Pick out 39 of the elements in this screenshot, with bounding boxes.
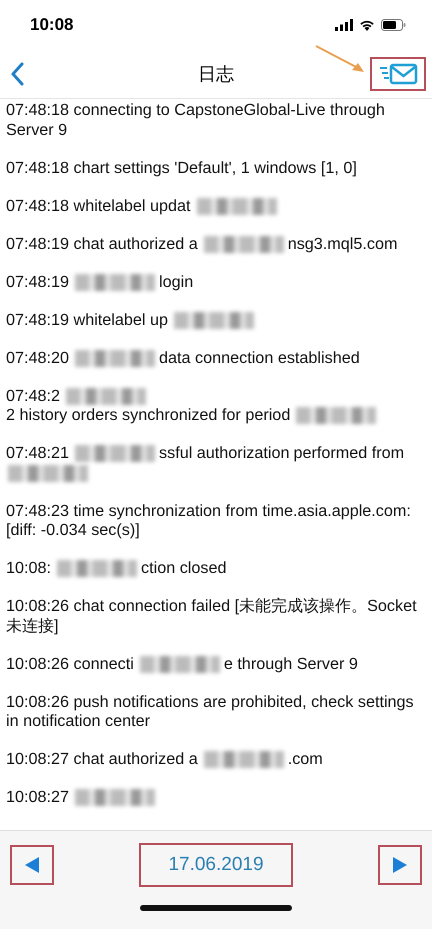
back-icon[interactable] — [10, 62, 24, 86]
log-text: 07:48:19 — [6, 272, 70, 290]
log-text: 07:48:18 whitelabel updat — [6, 196, 191, 214]
log-text: 10:08:26 push notifications are prohibited, check settings in notification center — [6, 692, 414, 730]
log-text: 07:48:21 — [6, 444, 70, 462]
log-text: 2 history orders synchronized for period — [6, 406, 290, 424]
battery-icon — [381, 19, 406, 31]
log-text: 10:08:26 connecti — [6, 654, 134, 672]
log-text: 07:48:19 whitelabel up — [6, 310, 168, 328]
log-text: nsg3.mql5.com — [288, 234, 398, 252]
status-time: 10:08 — [30, 15, 74, 35]
date-button[interactable]: 17.06.2019 — [139, 843, 293, 887]
log-text: 10:08:27 chat authorized a — [6, 750, 198, 768]
log-text: 07:48:23 time synchronization from time.asia.apple.com: [diff: -0.034 sec(s)] — [6, 502, 411, 539]
log-text: data connection established — [159, 348, 360, 366]
next-day-button[interactable] — [378, 845, 422, 885]
log-text: ssful authorization — [159, 444, 290, 462]
log-text: ction closed — [141, 559, 226, 577]
mail-button[interactable] — [370, 57, 426, 91]
log-text: performed from — [294, 444, 404, 462]
mail-list-icon — [378, 63, 418, 85]
triangle-right-icon — [393, 857, 407, 873]
annotation-arrow — [314, 44, 366, 74]
log-text: 07:48:18 chart settings 'Default', 1 windows [1, 0] — [6, 158, 357, 176]
log-text: e through Server 9 — [224, 654, 358, 672]
log-text: .com — [288, 750, 323, 768]
log-text: 07:48:20 — [6, 348, 70, 366]
signal-icon — [335, 19, 353, 31]
log-text: 07:48:2 — [6, 386, 60, 404]
log-text: 07:48:18 connecting to CapstoneGlobal-Live through Server 9 — [6, 101, 385, 138]
triangle-left-icon — [25, 857, 39, 873]
log-text: 10:08:27 — [6, 788, 70, 806]
log-text: 07:48:19 chat authorized a — [6, 234, 198, 252]
previous-day-button[interactable] — [10, 845, 54, 885]
log-text: 10:08:26 chat connection failed [未能完成该操作。Socket 未连接] — [6, 597, 417, 634]
log-text: login — [159, 272, 194, 290]
log-text: 10:08: — [6, 559, 52, 577]
screen-title: 日志 — [197, 63, 235, 86]
wifi-icon — [359, 19, 375, 31]
